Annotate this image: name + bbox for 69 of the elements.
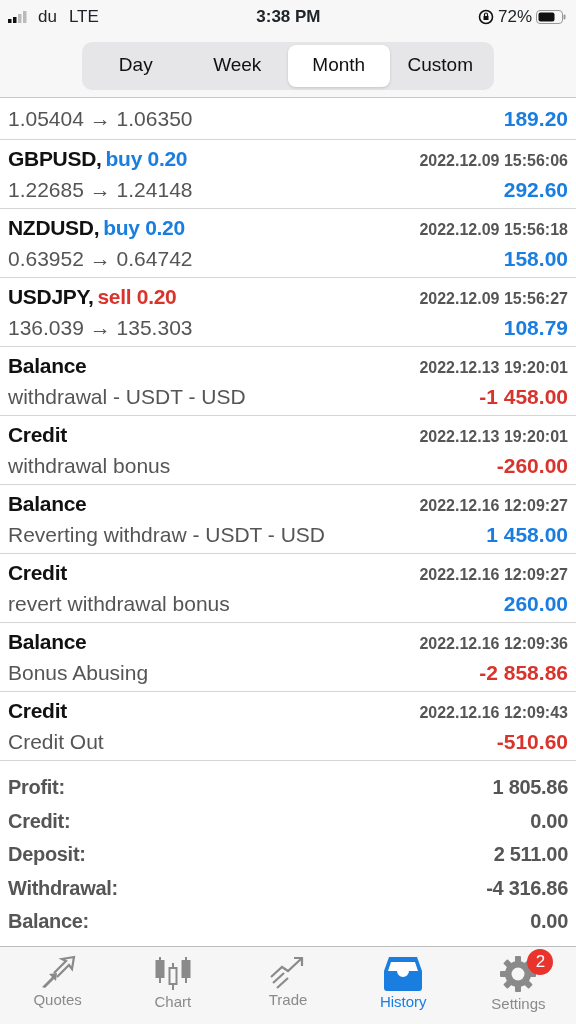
deal-symbol: Credit bbox=[8, 421, 67, 448]
deal-amount: 292.60 bbox=[503, 177, 568, 203]
deal-amount: 158.00 bbox=[503, 246, 568, 272]
summary-label: Balance: bbox=[8, 909, 89, 934]
deal-time: 2022.12.09 15:56:06 bbox=[419, 150, 568, 171]
deal-amount: -1 458.00 bbox=[479, 384, 568, 410]
deal-symbol: Balance bbox=[8, 628, 87, 655]
summary-value: -4 316.86 bbox=[486, 875, 568, 901]
deal-time: 2022.12.16 12:09:43 bbox=[419, 702, 568, 723]
tab-bar-item[interactable]: Quotes bbox=[0, 947, 116, 1024]
clock-time: 3:38 PM bbox=[256, 6, 321, 29]
deal-time: 2022.12.09 15:56:18 bbox=[419, 219, 568, 240]
deal-detail: 136.039 → 135.303 bbox=[8, 315, 193, 341]
period-tab[interactable]: Month bbox=[288, 44, 390, 87]
deal-detail: 0.63952 → 0.64742 bbox=[8, 246, 193, 272]
period-tab[interactable]: Week bbox=[186, 44, 288, 87]
deal-time: 2022.12.09 15:56:27 bbox=[419, 288, 568, 309]
network-type: LTE bbox=[68, 6, 99, 29]
deal-symbol: Balance bbox=[8, 490, 87, 517]
battery-icon bbox=[536, 10, 566, 24]
deal-time: 2022.12.16 12:09:27 bbox=[419, 564, 568, 585]
deal-amount: 260.00 bbox=[503, 591, 568, 617]
deal-detail: Bonus Abusing bbox=[8, 660, 149, 686]
deal-amount: 108.79 bbox=[503, 315, 568, 341]
period-tab[interactable]: Custom bbox=[389, 44, 491, 87]
deal-volume: buy 0.20 bbox=[105, 145, 188, 172]
deal-symbol: GBPUSD, bbox=[8, 145, 102, 172]
summary-value: 0.00 bbox=[530, 909, 568, 934]
deal-symbol: Credit bbox=[8, 697, 67, 724]
deal-symbol: Credit bbox=[8, 559, 67, 586]
tab-bar-item[interactable]: Chart bbox=[115, 947, 231, 1024]
deal-time: 2022.12.16 12:09:27 bbox=[419, 495, 568, 516]
deal-amount: 1 458.00 bbox=[486, 522, 568, 548]
deal-time: 2022.12.16 12:09:36 bbox=[419, 633, 568, 654]
notification-badge: 2 bbox=[527, 949, 554, 975]
tab-bar-item[interactable]: Trade bbox=[230, 947, 346, 1024]
deal-time: 2022.12.13 19:20:01 bbox=[419, 357, 568, 378]
deal-volume: buy 0.20 bbox=[103, 214, 185, 241]
deal-volume: sell 0.20 bbox=[97, 283, 177, 310]
deal-detail: withdrawal - USDT - USD bbox=[8, 384, 246, 410]
deal-time: 2022.12.13 19:20:01 bbox=[419, 426, 568, 447]
deal-detail: 1.05404 → 1.06350 bbox=[8, 105, 193, 132]
deal-symbol: USDJPY, bbox=[8, 283, 94, 310]
deal-amount: -2 858.86 bbox=[479, 660, 568, 686]
deal-symbol: NZDUSD, bbox=[8, 214, 100, 241]
signal-icon bbox=[8, 11, 30, 23]
deal-detail: Credit Out bbox=[8, 729, 104, 755]
summary-value: 0.00 bbox=[530, 808, 568, 834]
tab-bar-item[interactable]: 2 Settings bbox=[460, 947, 576, 1024]
summary-label: Deposit: bbox=[8, 842, 86, 867]
summary-label: Profit: bbox=[8, 775, 65, 800]
summary-value: 2 511.00 bbox=[493, 842, 568, 867]
deal-detail: 1.22685 → 1.24148 bbox=[8, 177, 193, 203]
inbox-icon bbox=[383, 955, 424, 991]
summary-label: Credit: bbox=[8, 808, 71, 834]
deal-amount: -510.60 bbox=[496, 729, 568, 755]
period-tab[interactable]: Day bbox=[85, 44, 187, 87]
deal-detail: withdrawal bonus bbox=[8, 453, 171, 479]
deal-detail: revert withdrawal bonus bbox=[8, 591, 230, 617]
carrier-name: du bbox=[38, 6, 57, 29]
battery-percent: 72% bbox=[497, 6, 532, 29]
rotation-lock-icon bbox=[477, 9, 494, 25]
deal-symbol: Balance bbox=[8, 352, 87, 379]
deal-amount: -260.00 bbox=[496, 453, 568, 479]
deal-amount: 189.20 bbox=[503, 105, 568, 132]
tab-bar-item[interactable]: History bbox=[345, 947, 461, 1024]
summary-value: 1 805.86 bbox=[492, 775, 568, 800]
summary-label: Withdrawal: bbox=[8, 875, 118, 901]
deal-detail: Reverting withdraw - USDT - USD bbox=[8, 522, 326, 548]
